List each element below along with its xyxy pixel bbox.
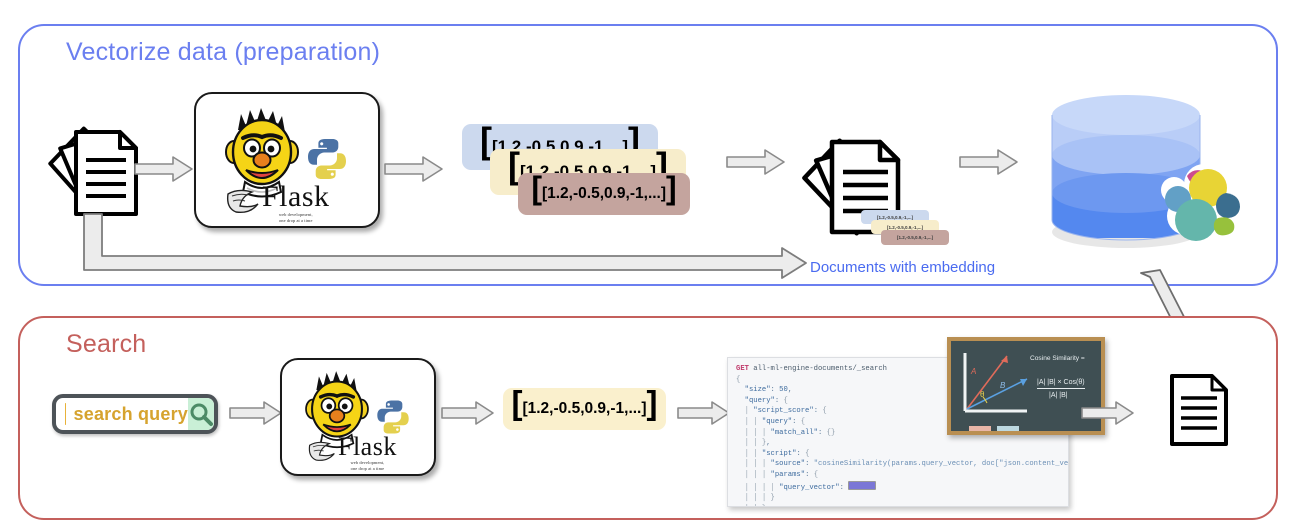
cosine-denominator: |A| |B| bbox=[1049, 392, 1068, 399]
vector-chip-bottom: [[1.2,-0.5,0.9,-1,...]] bbox=[518, 172, 690, 215]
elbow-arrow-docs-to-embedded bbox=[82, 210, 812, 282]
flask-wordmark: Flask bbox=[262, 180, 330, 213]
panel-title-search: Search bbox=[66, 330, 147, 358]
vector-b-label: B bbox=[1000, 381, 1006, 390]
search-submit-button[interactable] bbox=[188, 398, 214, 430]
caption-documents-with-embedding: Documents with embedding bbox=[810, 259, 996, 276]
flask-tagline-2-search: one drop at a time bbox=[350, 465, 385, 471]
query-vector-chip-text: [1.2,-0.5,0.9,-1,...] bbox=[522, 400, 647, 417]
python-logo-icon-search bbox=[374, 398, 412, 436]
model-service-box-search: Flask web development, one drop at a tim… bbox=[280, 358, 436, 476]
vector-chip-bottom-text: [1.2,-0.5,0.9,-1,...] bbox=[541, 185, 667, 202]
python-logo-icon bbox=[304, 136, 350, 182]
search-input-value: search query bbox=[73, 403, 188, 424]
cosine-numerator: |A| |B| × Cos(θ) bbox=[1037, 379, 1085, 389]
angle-label: θ bbox=[980, 390, 985, 399]
vector-a-label: A bbox=[971, 367, 977, 376]
arrow-vector-to-query bbox=[676, 400, 732, 426]
arrow-docs-to-database bbox=[958, 148, 1020, 176]
arrow-query-to-result bbox=[1080, 400, 1136, 426]
model-service-box-prep: Flask web development, one drop at a tim… bbox=[194, 92, 380, 228]
flask-logo-search: Flask web development, one drop at a tim… bbox=[308, 434, 397, 471]
panel-title-vectorize: Vectorize data (preparation) bbox=[66, 38, 381, 66]
search-input[interactable]: search query bbox=[52, 394, 218, 434]
cosine-similarity-title: Cosine Similarity = bbox=[1030, 355, 1085, 362]
flask-wordmark-search: Flask bbox=[338, 432, 397, 461]
arrow-model-to-vectors bbox=[383, 155, 445, 183]
query-vector-chip: [[1.2,-0.5,0.9,-1,...]] bbox=[503, 386, 666, 430]
text-caret bbox=[65, 403, 66, 425]
mini-vector-chip-3: [1.2,-0.5,0.9,-1,...] bbox=[881, 230, 949, 245]
elasticsearch-database-icon bbox=[1034, 80, 1244, 270]
arrow-query-to-model bbox=[228, 400, 284, 426]
magnifier-icon bbox=[190, 403, 213, 426]
arrow-docs-to-model bbox=[133, 155, 195, 183]
arrow-model-to-query-vector bbox=[440, 400, 496, 426]
arrow-vectors-to-docs bbox=[725, 148, 787, 176]
result-document-icon bbox=[1168, 372, 1230, 448]
